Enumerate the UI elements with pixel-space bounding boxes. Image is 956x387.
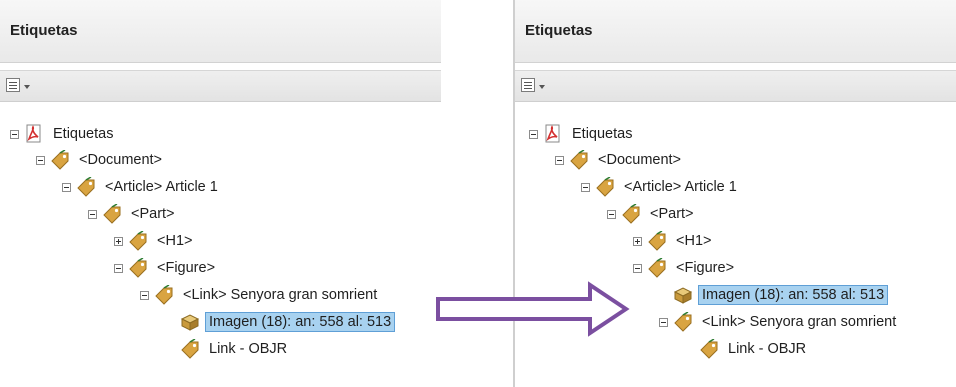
tree-node-label[interactable]: <H1> bbox=[154, 232, 195, 250]
tree-node[interactable]: Imagen (18): an: 558 al: 513 bbox=[659, 283, 889, 307]
panel-toolbar bbox=[515, 70, 956, 102]
tree-node-label[interactable]: <Document> bbox=[76, 151, 165, 169]
collapse-toggle[interactable] bbox=[36, 155, 45, 165]
expand-toggle[interactable] bbox=[114, 236, 123, 246]
tree-node[interactable]: <Document> bbox=[555, 148, 684, 172]
tree-node-label[interactable]: Link - OBJR bbox=[725, 340, 809, 358]
tag-icon bbox=[129, 258, 147, 278]
tree-node[interactable]: <H1> bbox=[114, 229, 195, 253]
tag-icon bbox=[129, 231, 147, 251]
tags-tree[interactable]: Etiquetas <Document> <Article> Article 1 <P… bbox=[515, 102, 956, 387]
tag-icon bbox=[648, 231, 666, 251]
tree-node[interactable]: Link - OBJR bbox=[685, 337, 809, 361]
panel-title: Etiquetas bbox=[525, 22, 593, 39]
tag-icon bbox=[622, 204, 640, 224]
tree-node[interactable]: Imagen (18): an: 558 al: 513 bbox=[166, 310, 396, 334]
tree-node[interactable]: <Link> Senyora gran somrient bbox=[140, 283, 380, 307]
collapse-toggle[interactable] bbox=[62, 182, 71, 192]
tag-icon bbox=[674, 312, 692, 332]
options-menu-button[interactable] bbox=[6, 77, 34, 95]
collapse-toggle[interactable] bbox=[10, 129, 19, 139]
tree-node-label[interactable]: <Figure> bbox=[154, 259, 218, 277]
tag-icon bbox=[77, 177, 95, 197]
tree-node-label[interactable]: Etiquetas bbox=[569, 125, 635, 143]
tree-node[interactable]: <H1> bbox=[633, 229, 714, 253]
collapse-toggle[interactable] bbox=[607, 209, 616, 219]
tree-node[interactable]: Link - OBJR bbox=[166, 337, 290, 361]
tag-icon bbox=[51, 150, 69, 170]
tree-node-label[interactable]: <Figure> bbox=[673, 259, 737, 277]
collapse-toggle[interactable] bbox=[581, 182, 590, 192]
tree-node[interactable]: <Article> Article 1 bbox=[62, 175, 221, 199]
panel-header: Etiquetas bbox=[0, 0, 441, 63]
collapse-toggle[interactable] bbox=[555, 155, 564, 165]
tag-icon bbox=[648, 258, 666, 278]
tree-node-label[interactable]: <Document> bbox=[595, 151, 684, 169]
tree-node[interactable]: <Figure> bbox=[633, 256, 737, 280]
options-menu-icon bbox=[6, 78, 20, 92]
tree-node-label[interactable]: <Link> Senyora gran somrient bbox=[699, 313, 899, 331]
tree-node-label[interactable]: <Part> bbox=[647, 205, 697, 223]
tag-icon bbox=[700, 339, 718, 359]
collapse-toggle[interactable] bbox=[529, 129, 538, 139]
right-tags-panel: Etiquetas Etiquetas <Document> <Article> A… bbox=[513, 0, 956, 387]
tree-node[interactable]: Etiquetas bbox=[529, 122, 635, 146]
tag-icon bbox=[181, 339, 199, 359]
tag-icon bbox=[596, 177, 614, 197]
tree-node[interactable]: <Link> Senyora gran somrient bbox=[659, 310, 899, 334]
left-tags-panel: Etiquetas Etiquetas <Document> <Article> A… bbox=[0, 0, 441, 387]
collapse-toggle[interactable] bbox=[88, 209, 97, 219]
collapse-toggle[interactable] bbox=[114, 263, 123, 273]
options-menu-button[interactable] bbox=[521, 77, 549, 95]
panel-title: Etiquetas bbox=[10, 22, 78, 39]
expand-toggle[interactable] bbox=[633, 236, 642, 246]
tree-node[interactable]: <Article> Article 1 bbox=[581, 175, 740, 199]
tree-node-label[interactable]: <Part> bbox=[128, 205, 178, 223]
chevron-down-icon bbox=[539, 85, 545, 89]
pdf-icon bbox=[26, 124, 41, 143]
tree-node[interactable]: <Figure> bbox=[114, 256, 218, 280]
collapse-toggle[interactable] bbox=[659, 317, 668, 327]
tree-node[interactable]: <Document> bbox=[36, 148, 165, 172]
tree-node[interactable]: <Part> bbox=[88, 202, 178, 226]
tree-node-label[interactable]: Etiquetas bbox=[50, 125, 116, 143]
tree-node-label[interactable]: <H1> bbox=[673, 232, 714, 250]
tag-icon bbox=[570, 150, 588, 170]
image-content-icon bbox=[673, 287, 693, 304]
tree-node[interactable]: Etiquetas bbox=[10, 122, 116, 146]
tag-icon bbox=[103, 204, 121, 224]
tree-node[interactable]: <Part> bbox=[607, 202, 697, 226]
tree-node-label-selected[interactable]: Imagen (18): an: 558 al: 513 bbox=[204, 312, 396, 332]
panel-header: Etiquetas bbox=[515, 0, 956, 63]
image-content-icon bbox=[180, 314, 200, 331]
chevron-down-icon bbox=[24, 85, 30, 89]
tag-icon bbox=[155, 285, 173, 305]
collapse-toggle[interactable] bbox=[633, 263, 642, 273]
options-menu-icon bbox=[521, 78, 535, 92]
panel-toolbar bbox=[0, 70, 441, 102]
tree-node-label[interactable]: <Article> Article 1 bbox=[621, 178, 740, 196]
pdf-icon bbox=[545, 124, 560, 143]
tree-node-label[interactable]: <Link> Senyora gran somrient bbox=[180, 286, 380, 304]
tags-tree[interactable]: Etiquetas <Document> <Article> Article 1 <P… bbox=[0, 102, 441, 387]
collapse-toggle[interactable] bbox=[140, 290, 149, 300]
tree-node-label[interactable]: Link - OBJR bbox=[206, 340, 290, 358]
tree-node-label-selected[interactable]: Imagen (18): an: 558 al: 513 bbox=[697, 285, 889, 305]
tree-node-label[interactable]: <Article> Article 1 bbox=[102, 178, 221, 196]
